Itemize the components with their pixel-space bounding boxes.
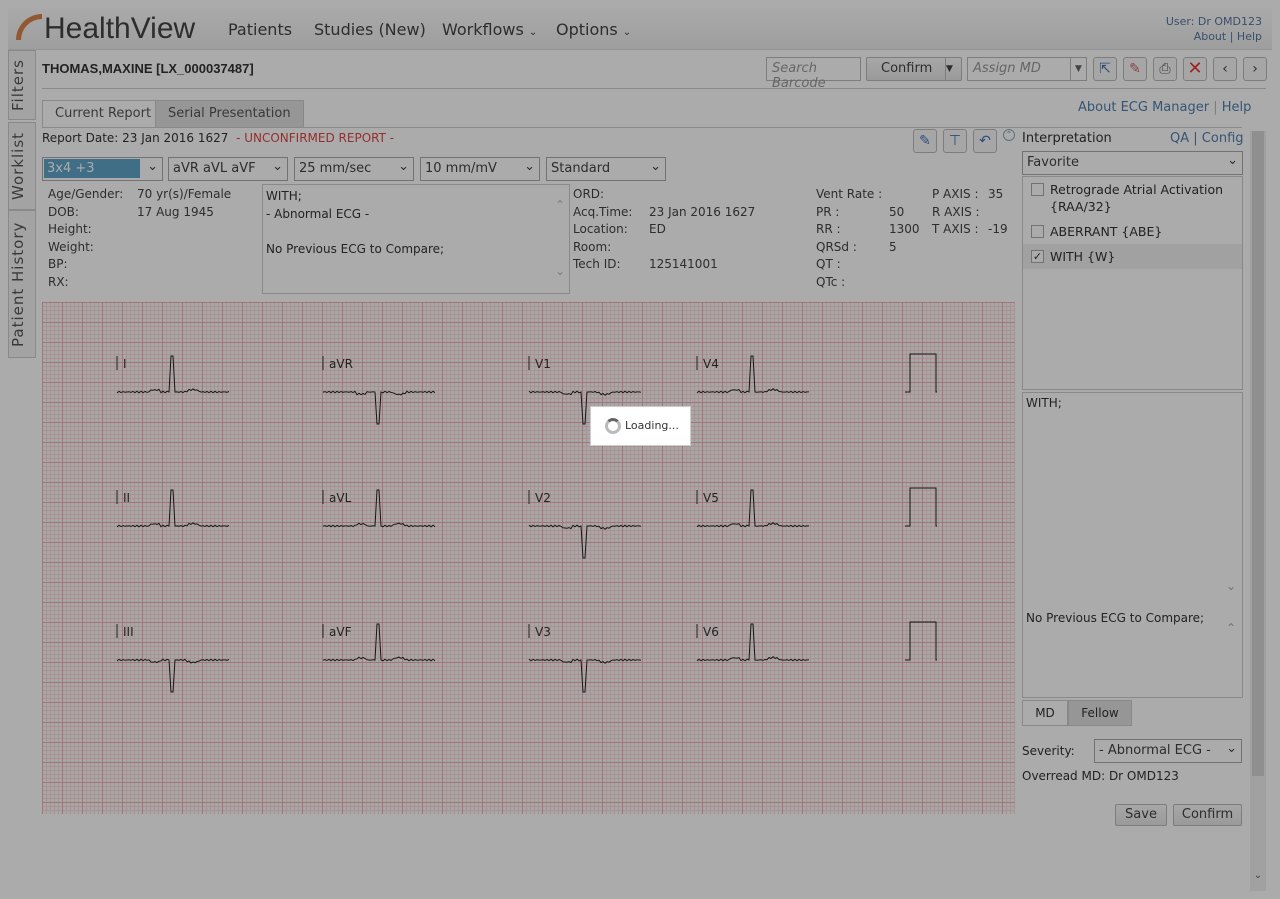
modal-overlay <box>0 0 1280 899</box>
loading-dialog: Loading... <box>590 406 691 446</box>
loading-text: Loading... <box>625 419 679 432</box>
spinner-icon <box>605 418 621 434</box>
